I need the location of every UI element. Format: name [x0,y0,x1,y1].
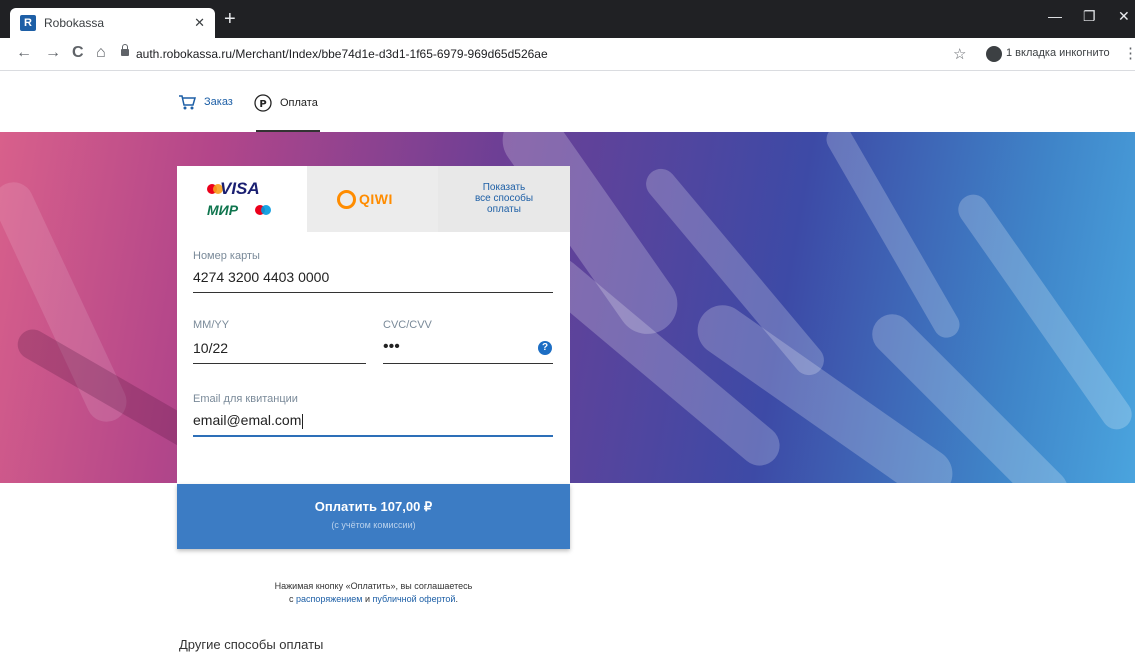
expiry-label: MM/YY [193,319,230,331]
tab-title: Robokassa [44,16,105,30]
home-icon[interactable]: ⌂ [96,44,106,62]
address-bar[interactable]: auth.robokassa.ru/Merchant/Index/bbe74d1… [136,47,548,61]
email-input-value: email@emal.com [193,412,302,428]
qiwi-icon [337,190,356,209]
terms-and: и [364,594,370,604]
card-number-underline [193,292,553,293]
order-link[interactable]: распоряжением [296,594,362,604]
cvc-underline [383,363,553,364]
pay-button[interactable]: Оплатить 107,00 ₽ (с учётом комиссии) [177,484,570,549]
email-underline [193,435,553,437]
all-methods-label: Показать все способы оплаты [438,182,570,215]
new-tab-icon[interactable]: + [224,9,236,29]
terms-line2: с распоряжением и публичной офертой. [177,593,570,606]
cvc-label: CVC/CVV [383,319,432,331]
incognito-icon [986,46,1002,62]
pay-button-sublabel: (с учётом комиссии) [331,520,416,530]
tab-all-methods[interactable]: Показать все способы оплаты [438,166,570,232]
text-caret [302,413,304,429]
close-window-icon[interactable]: ✕ [1118,8,1130,25]
minimize-icon[interactable]: — [1048,8,1062,24]
expiry-underline [193,363,366,364]
incognito-label[interactable]: 1 вкладка инкогнито [1006,47,1110,59]
cvc-input[interactable]: ••• [383,338,400,356]
card-number-input[interactable]: 4274 3200 4403 0000 [193,269,329,285]
public-offer-link[interactable]: публичной офертой [372,594,455,604]
visa-logo: VISA [220,179,260,198]
email-input[interactable]: email@emal.com [193,412,304,429]
ruble-icon: P [254,94,272,112]
qiwi-logo: QIWI [359,191,393,207]
cart-icon [179,95,196,110]
lock-icon [121,44,129,56]
step-order-label: Заказ [204,96,233,108]
other-methods-heading: Другие способы оплаты [179,637,324,652]
step-order[interactable]: Заказ [178,94,233,110]
robokassa-favicon-icon: R [20,15,36,31]
forward-icon[interactable]: → [45,44,61,62]
payment-card: VISA МИР QIWI Показать все способы оплат… [177,166,570,484]
close-tab-icon[interactable]: ✕ [194,15,205,31]
all-methods-line2: все способы [474,193,534,204]
tab-qiwi[interactable]: QIWI [307,166,438,232]
terms-text: Нажимая кнопку «Оплатить», вы соглашаете… [177,580,570,606]
expiry-input[interactable]: 10/22 [193,340,228,356]
all-methods-line3: оплаты [487,204,521,215]
cvc-help-icon[interactable]: ? [538,341,552,355]
browser-titlebar: R Robokassa ✕ + — ❐ ✕ [0,0,1135,38]
back-icon[interactable]: ← [16,44,32,62]
mir-logo: МИР [207,202,239,218]
bookmark-star-icon[interactable]: ☆ [953,45,966,63]
menu-icon[interactable]: ⋮ [1123,44,1135,62]
all-methods-line1: Показать [482,182,526,193]
browser-tab[interactable]: R Robokassa ✕ [10,8,215,38]
step-payment[interactable]: P Оплата [254,94,318,112]
restore-icon[interactable]: ❐ [1083,8,1096,25]
tab-bank-cards[interactable]: VISA МИР [177,166,307,232]
step-payment-label: Оплата [280,97,318,109]
step-navigation: Заказ P Оплата [0,70,1135,132]
reload-icon[interactable]: C [72,44,84,62]
svg-text:P: P [259,99,266,110]
terms-suffix: . [455,594,458,604]
terms-prefix: с [289,594,294,604]
card-number-label: Номер карты [193,250,260,262]
terms-line1: Нажимая кнопку «Оплатить», вы соглашаете… [274,581,473,591]
pay-button-label: Оплатить 107,00 ₽ [314,499,433,514]
email-label: Email для квитанции [193,393,298,405]
maestro-icon-right [261,205,271,215]
browser-toolbar: ← → C ⌂ auth.robokassa.ru/Merchant/Index… [0,38,1135,71]
